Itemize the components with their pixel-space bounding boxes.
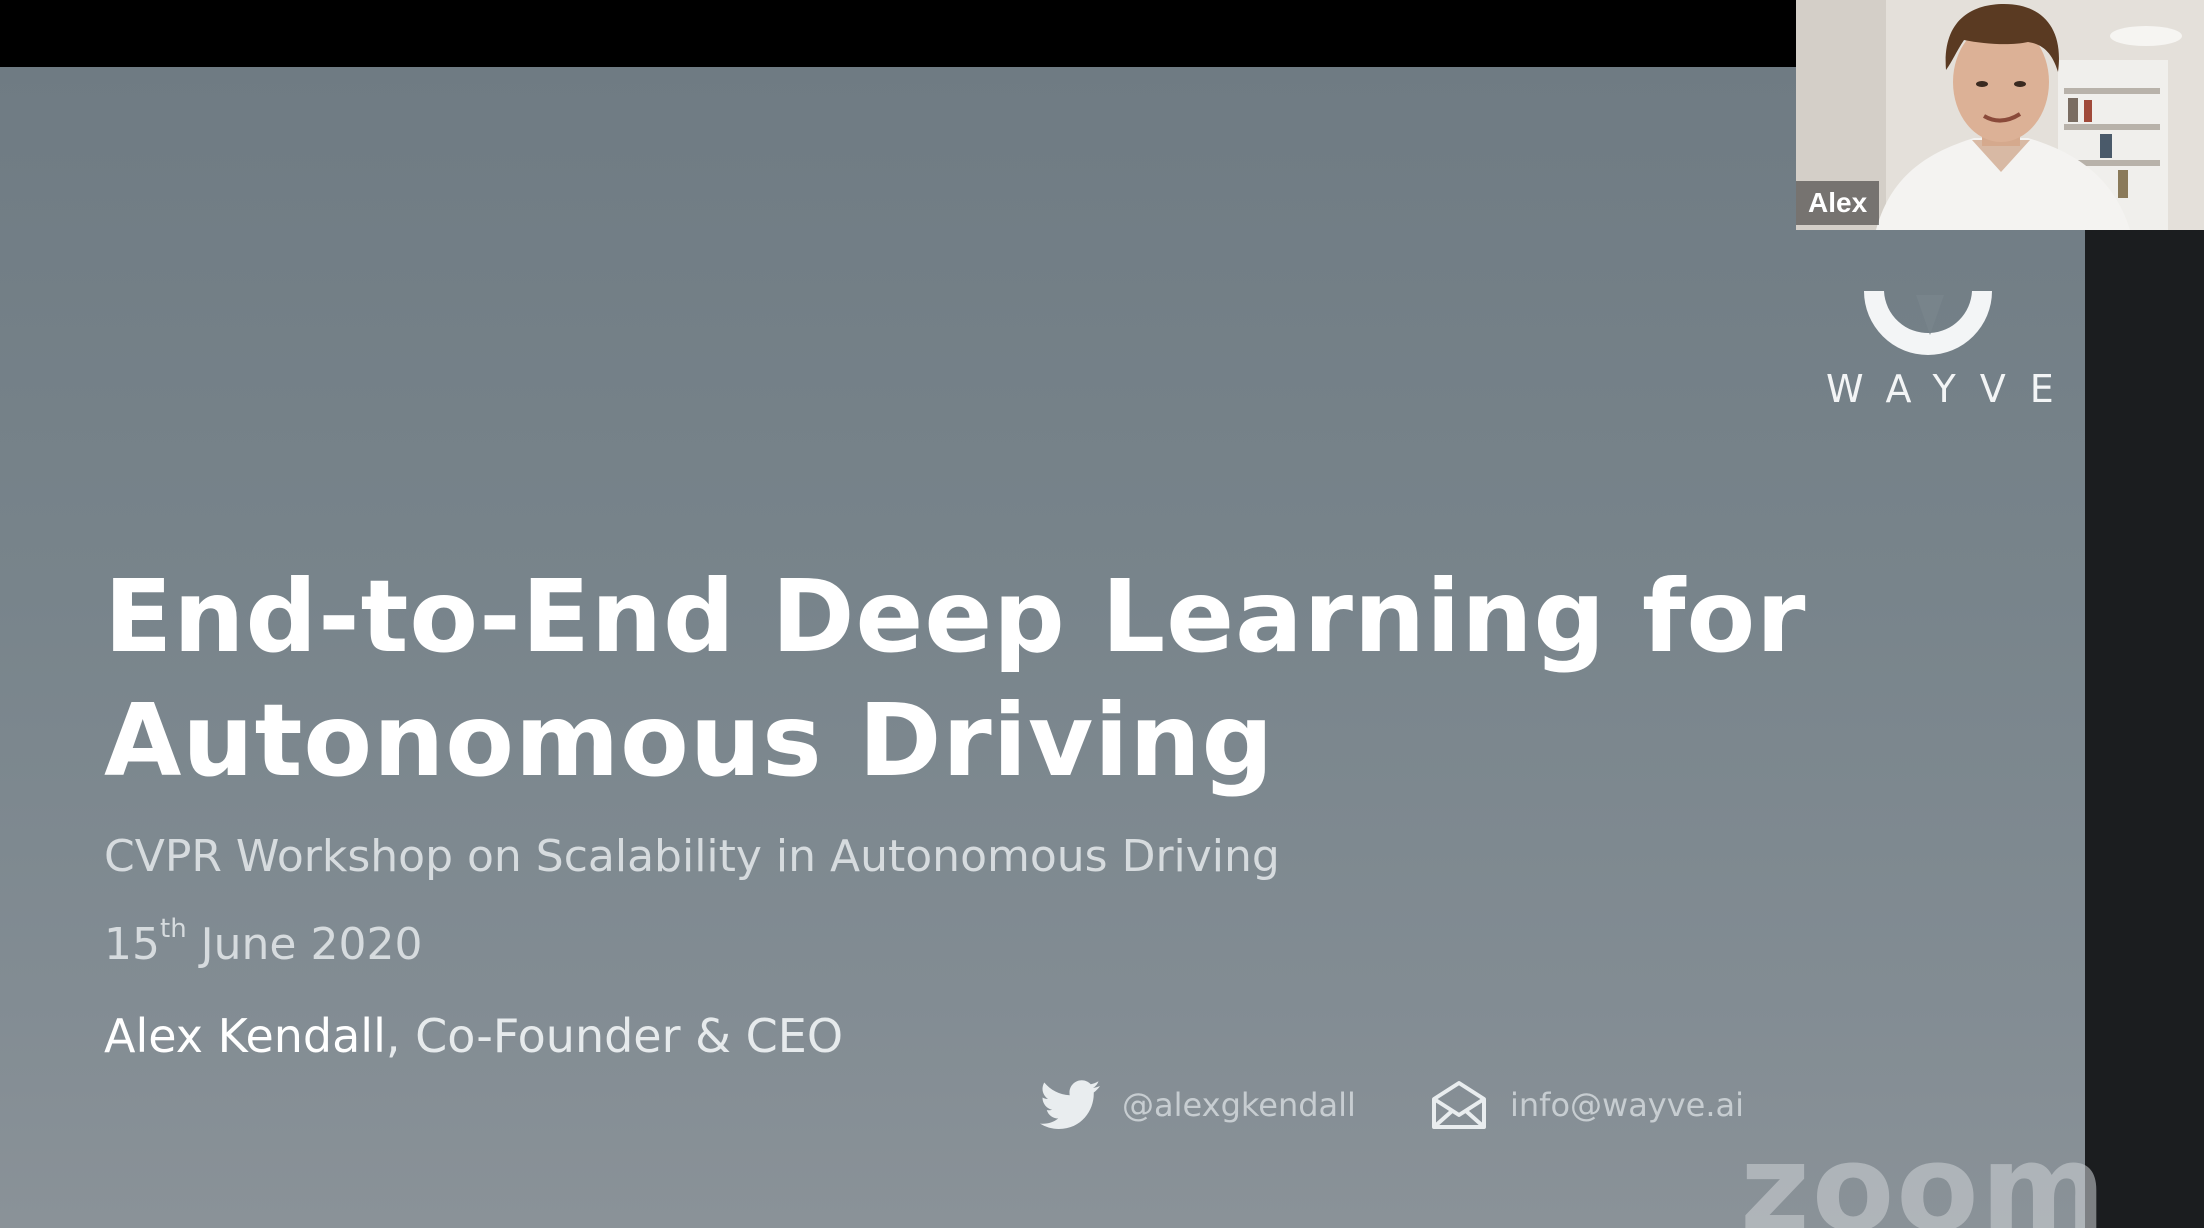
wayve-logo: WAYVE (1780, 207, 2080, 427)
shared-screen-slide: End-to-End Deep Learning for Autonomous … (0, 67, 2085, 1228)
slide-title-line-2: Autonomous Driving (104, 682, 1275, 799)
author-name: Alex Kendall (104, 1009, 386, 1063)
zoom-meeting-window: End-to-End Deep Learning for Autonomous … (0, 0, 2204, 1228)
date-suffix: th (160, 914, 187, 944)
slide-title-line-1: End-to-End Deep Learning for (104, 558, 1807, 675)
twitter-contact: @alexgkendall (1040, 1075, 1356, 1135)
slide-title: End-to-End Deep Learning for Autonomous … (104, 555, 1806, 803)
twitter-bird-icon (1040, 1080, 1100, 1129)
author-role: , Co-Founder & CEO (385, 1009, 844, 1063)
zoom-watermark: zoom (1740, 1120, 2108, 1228)
date-month-year: June 2020 (186, 919, 423, 970)
date-day: 15 (104, 919, 160, 970)
slide-author: Alex Kendall, Co-Founder & CEO (104, 1007, 843, 1065)
twitter-handle: @alexgkendall (1122, 1086, 1356, 1124)
envelope-icon (1432, 1081, 1486, 1129)
participant-video-tile[interactable]: Alex (1796, 0, 2204, 230)
slide-date: 15th June 2020 (104, 914, 423, 973)
logo-wordmark: WAYVE (1826, 367, 2078, 411)
slide-subtitle: CVPR Workshop on Scalability in Autonomo… (104, 831, 1280, 882)
participant-name-label: Alex (1796, 181, 1880, 225)
email-contact: info@wayve.ai (1430, 1075, 1744, 1135)
email-address: info@wayve.ai (1510, 1086, 1745, 1124)
